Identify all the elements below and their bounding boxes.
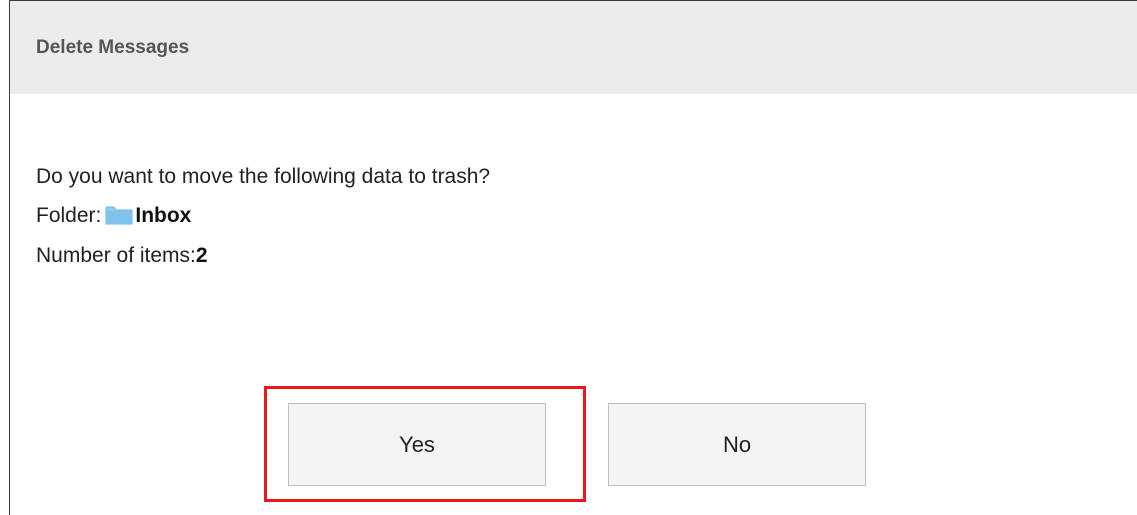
dialog-title: Delete Messages bbox=[36, 37, 190, 58]
folder-label: Folder: bbox=[36, 204, 102, 227]
no-button[interactable]: No bbox=[608, 403, 866, 486]
dialog-titlebar: Delete Messages bbox=[10, 1, 1137, 94]
delete-messages-dialog: Delete Messages Do you want to move the … bbox=[9, 0, 1137, 515]
folder-name: Inbox bbox=[135, 204, 192, 227]
items-count: 2 bbox=[195, 244, 208, 267]
confirm-question: Do you want to move the following data t… bbox=[36, 165, 491, 188]
items-count-row: Number of items:2 bbox=[36, 244, 208, 268]
yes-button[interactable]: Yes bbox=[288, 403, 546, 486]
folder-row: Folder: Inbox bbox=[36, 204, 191, 228]
folder-icon bbox=[105, 205, 133, 225]
items-label: Number of items: bbox=[36, 244, 196, 267]
